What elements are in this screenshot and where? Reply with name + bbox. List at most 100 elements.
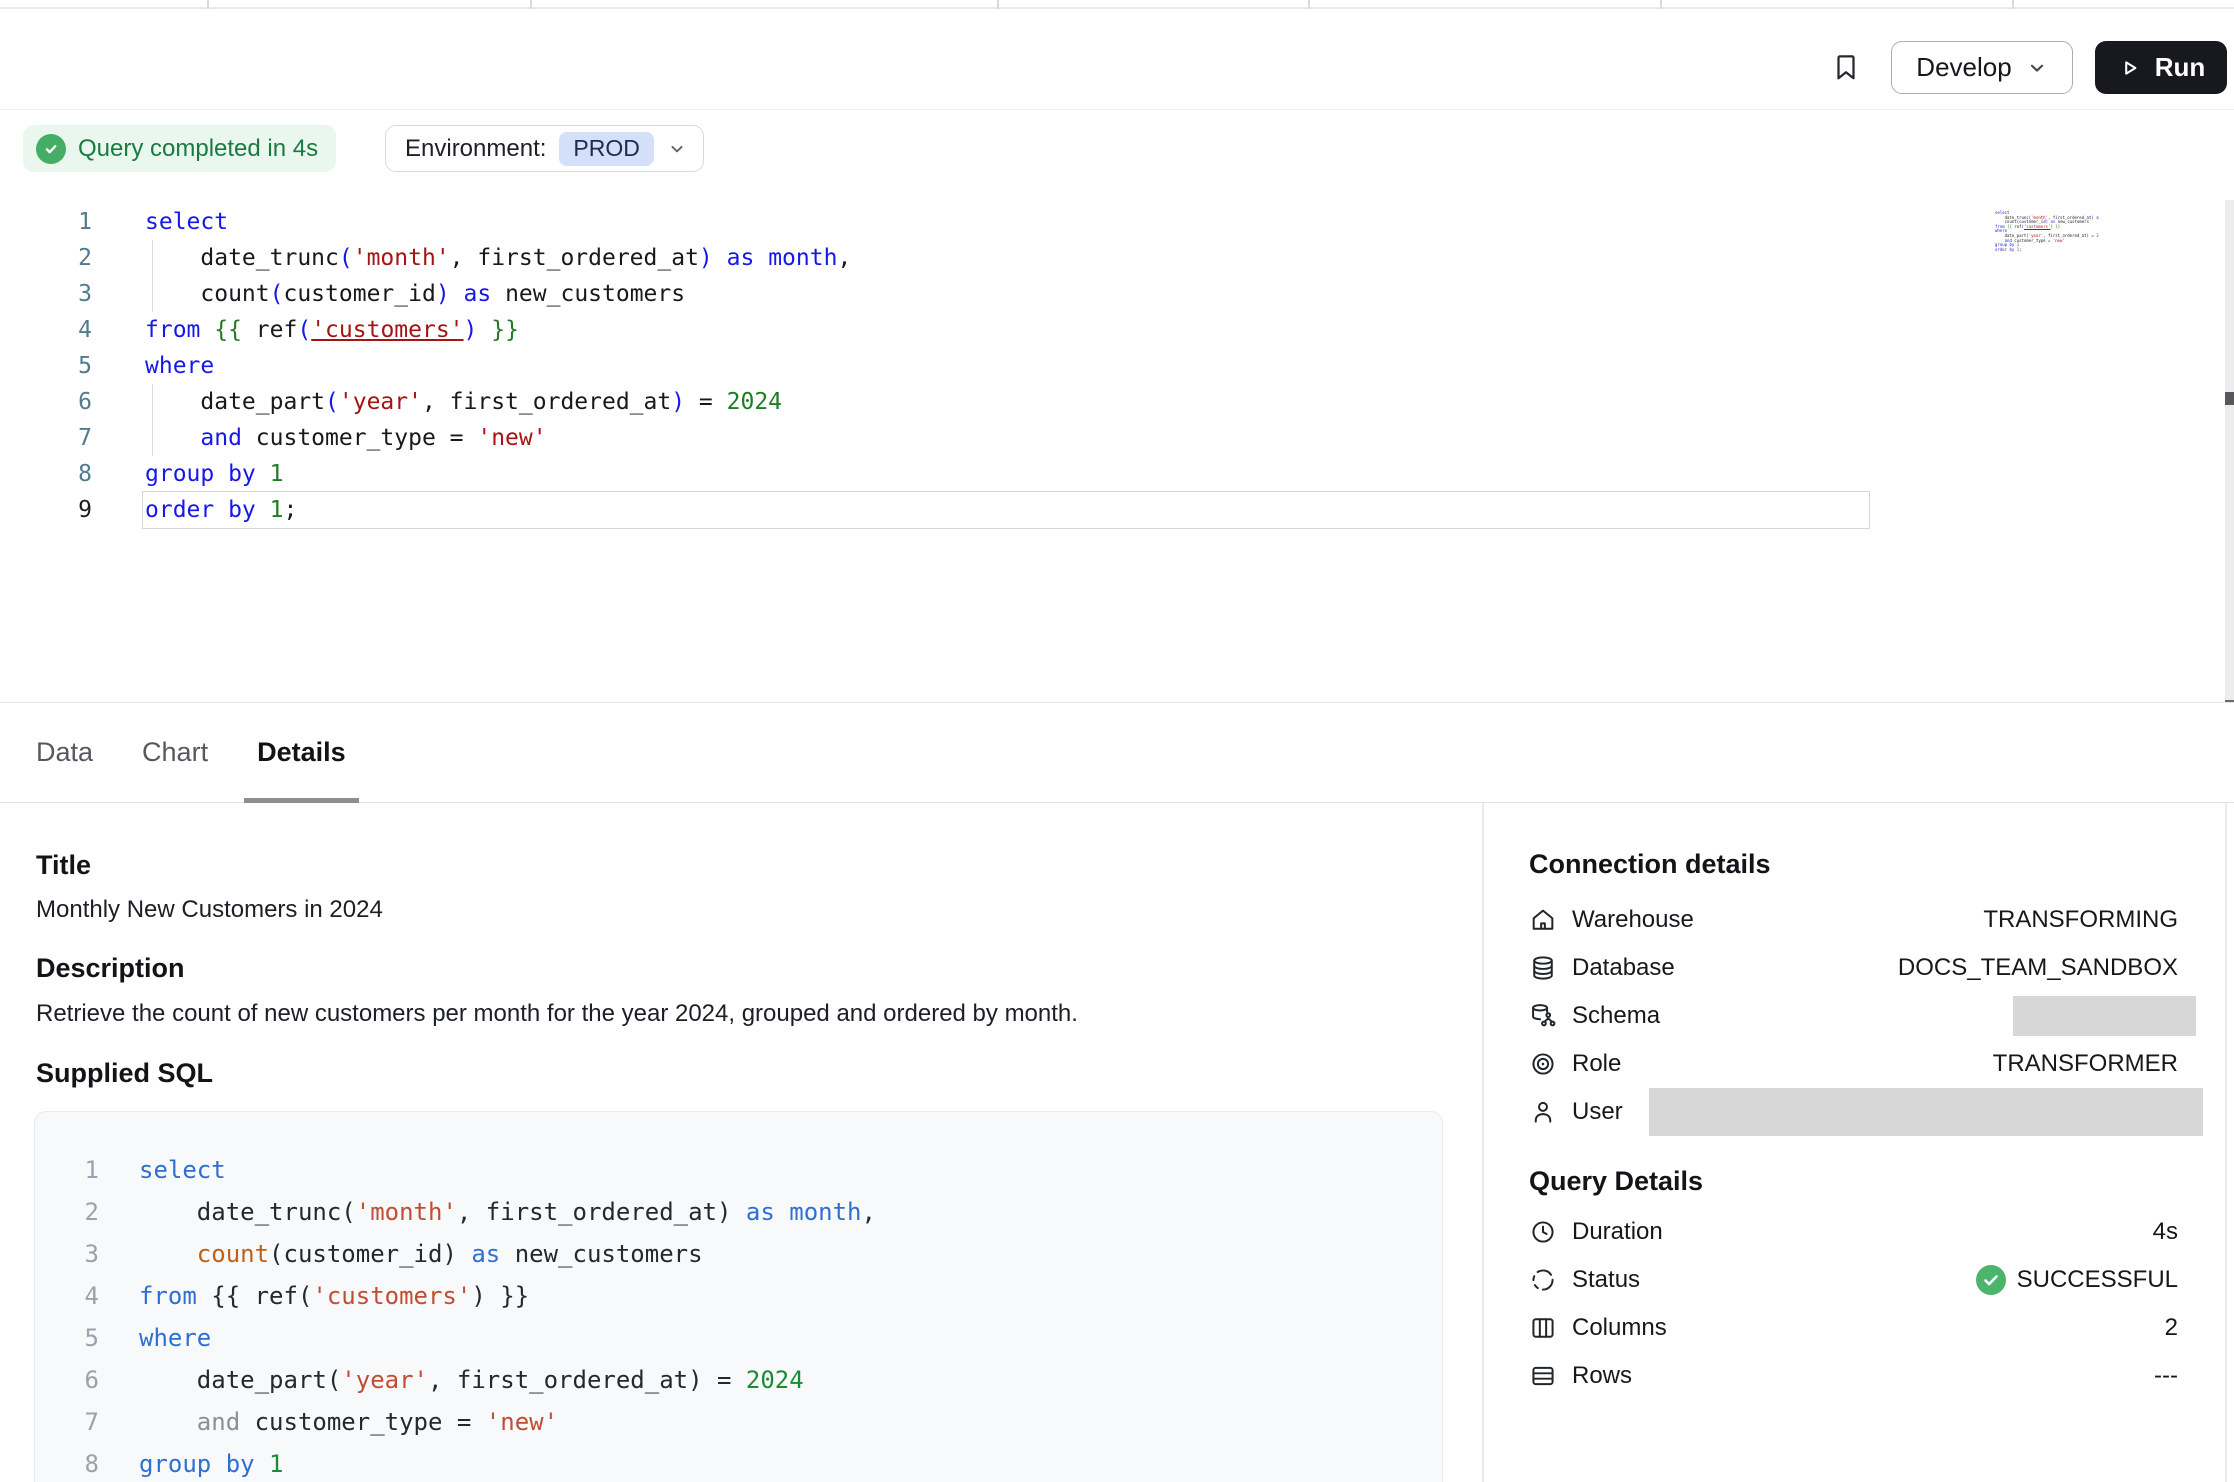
run-label: Run bbox=[2155, 52, 2206, 83]
scrollbar-track[interactable] bbox=[2225, 200, 2234, 712]
tab-details[interactable]: Details bbox=[257, 703, 346, 802]
code-line: 3 count(customer_id) as new_customers bbox=[0, 276, 2114, 312]
detail-value: 2 bbox=[2165, 1314, 2178, 1342]
detail-value: --- bbox=[2154, 1362, 2178, 1390]
detail-row-rows: Rows --- bbox=[1529, 1352, 2234, 1400]
code-line: 4from {{ ref('customers') }} bbox=[0, 312, 2114, 348]
environment-selector[interactable]: Environment: PROD bbox=[385, 125, 704, 172]
detail-value: DOCS_TEAM_SANDBOX bbox=[1898, 954, 2178, 982]
detail-row-role: Role TRANSFORMER bbox=[1529, 1040, 2234, 1088]
detail-value: TRANSFORMING bbox=[1983, 906, 2178, 934]
detail-label: Duration bbox=[1572, 1218, 1663, 1246]
run-button[interactable]: Run bbox=[2095, 41, 2227, 94]
sql-editor[interactable]: 1select2 date_trunc('month', first_order… bbox=[0, 172, 2234, 702]
bookmark-button[interactable] bbox=[1826, 41, 1866, 93]
line-number: 8 bbox=[55, 1443, 99, 1482]
description-value: Retrieve the count of new customers per … bbox=[36, 1000, 1078, 1028]
query-details-heading: Query Details bbox=[1529, 1166, 1703, 1197]
code-line: 9order by 1; bbox=[1995, 242, 2099, 247]
detail-label: Rows bbox=[1572, 1362, 1632, 1390]
detail-label: User bbox=[1572, 1098, 1623, 1126]
line-number: 7 bbox=[55, 1401, 99, 1443]
detail-label: Status bbox=[1572, 1266, 1640, 1294]
detail-value bbox=[1649, 1088, 2203, 1136]
columns-icon bbox=[1529, 1314, 1563, 1342]
schema-icon bbox=[1529, 1002, 1563, 1030]
environment-value-badge: PROD bbox=[559, 132, 653, 166]
code-line: 9order by 1; bbox=[0, 492, 2114, 528]
line-number: 5 bbox=[55, 1317, 99, 1359]
detail-row-user: User bbox=[1529, 1088, 2234, 1136]
line-number: 3 bbox=[55, 1233, 99, 1275]
line-number: 6 bbox=[0, 384, 92, 420]
database-icon bbox=[1529, 954, 1563, 982]
environment-label: Environment: bbox=[405, 135, 546, 163]
supplied-sql-heading: Supplied SQL bbox=[36, 1058, 213, 1089]
detail-label: Schema bbox=[1572, 1002, 1660, 1030]
editor-code: 1select2 date_trunc('month', first_order… bbox=[0, 204, 2114, 528]
query-status-text: Query completed in 4s bbox=[78, 135, 318, 163]
user-icon bbox=[1529, 1098, 1563, 1126]
editor-tab-strip bbox=[0, 0, 2234, 9]
redacted-value bbox=[2013, 996, 2196, 1036]
code-line: 6 date_part('year', first_ordered_at) = … bbox=[0, 384, 2114, 420]
clock-icon bbox=[1529, 1218, 1563, 1246]
query-status-pill: Query completed in 4s bbox=[23, 125, 336, 172]
line-number: 5 bbox=[0, 348, 92, 384]
code-line: 3 count(customer_id) as new_customers bbox=[35, 1233, 1442, 1275]
line-number: 2 bbox=[55, 1191, 99, 1233]
check-circle-icon bbox=[1976, 1265, 2006, 1295]
detail-value: SUCCESSFUL bbox=[1976, 1265, 2178, 1295]
code-line: 2 date_trunc('month', first_ordered_at) … bbox=[0, 240, 2114, 276]
chevron-down-icon bbox=[2026, 57, 2048, 79]
code-line: 1select bbox=[35, 1149, 1442, 1191]
tab-separator bbox=[2012, 0, 2014, 9]
develop-label: Develop bbox=[1916, 52, 2011, 83]
tab-separator bbox=[1308, 0, 1310, 9]
line-number: 1 bbox=[0, 204, 92, 240]
detail-label: Role bbox=[1572, 1050, 1621, 1078]
detail-row-duration: Duration 4s bbox=[1529, 1208, 2234, 1256]
chevron-down-icon bbox=[667, 139, 687, 159]
code-line: 7 and customer_type = 'new' bbox=[35, 1401, 1442, 1443]
title-heading: Title bbox=[36, 850, 91, 881]
tab-separator bbox=[997, 0, 999, 9]
scrollbar-thumb[interactable] bbox=[2225, 392, 2234, 405]
detail-value: 4s bbox=[2153, 1218, 2178, 1246]
title-value: Monthly New Customers in 2024 bbox=[36, 896, 383, 924]
connection-rows: WarehouseTRANSFORMINGDatabaseDOCS_TEAM_S… bbox=[1529, 896, 2234, 1136]
tab-data[interactable]: Data bbox=[36, 703, 93, 802]
loader-icon bbox=[1529, 1266, 1563, 1294]
toolbar: Develop Run bbox=[0, 11, 2234, 110]
description-heading: Description bbox=[36, 953, 185, 984]
results-tab-bar: Data Chart Details bbox=[0, 702, 2234, 803]
home-icon bbox=[1529, 906, 1563, 934]
supplied-sql-block: 1select2 date_trunc('month', first_order… bbox=[34, 1111, 1443, 1482]
line-number: 3 bbox=[0, 276, 92, 312]
line-number: 7 bbox=[0, 420, 92, 456]
check-circle-icon bbox=[36, 134, 66, 164]
detail-row-status: Status SUCCESSFUL bbox=[1529, 1256, 2234, 1304]
supplied-sql-code: 1select2 date_trunc('month', first_order… bbox=[35, 1149, 1442, 1482]
detail-row-schema: Schema bbox=[1529, 992, 2234, 1040]
bookmark-icon bbox=[1831, 48, 1861, 86]
detail-value bbox=[2013, 996, 2196, 1036]
develop-menu-button[interactable]: Develop bbox=[1891, 41, 2073, 94]
code-line: 4from {{ ref('customers') }} bbox=[35, 1275, 1442, 1317]
target-icon bbox=[1529, 1050, 1563, 1078]
code-line: 8group by 1 bbox=[0, 456, 2114, 492]
code-line: 2 date_trunc('month', first_ordered_at) … bbox=[35, 1191, 1442, 1233]
detail-value: TRANSFORMER bbox=[1993, 1050, 2178, 1078]
connection-panel: Connection details WarehouseTRANSFORMING… bbox=[1482, 803, 2234, 1482]
app-window: Develop Run Query completed in 4s En bbox=[0, 0, 2234, 1482]
code-line: 1select bbox=[0, 204, 2114, 240]
detail-label: Columns bbox=[1572, 1314, 1667, 1342]
detail-row-columns: Columns 2 bbox=[1529, 1304, 2234, 1352]
code-line: 5where bbox=[35, 1317, 1442, 1359]
tab-separator bbox=[1660, 0, 1662, 9]
tab-chart[interactable]: Chart bbox=[142, 703, 208, 802]
rows-icon bbox=[1529, 1362, 1563, 1390]
code-line: 5where bbox=[0, 348, 2114, 384]
editor-minimap[interactable]: 1select2 date_trunc('month', first_order… bbox=[1995, 205, 2099, 253]
connection-details-heading: Connection details bbox=[1529, 849, 1771, 880]
